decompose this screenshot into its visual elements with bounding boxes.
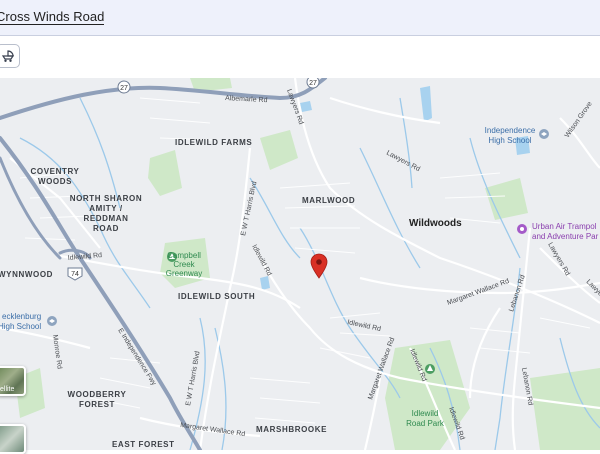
- label-urban-air-1: Urban Air Trampol: [532, 222, 597, 231]
- road-idlewild-2: Idlewild Rd: [250, 244, 272, 278]
- label-woodberry-1: WOODBERRY: [68, 390, 127, 399]
- label-nsa-3: REDDMAN: [83, 214, 128, 223]
- map-canvas[interactable]: 27 27 74 IDLEWILD FARMS COVENTRY WOODS N…: [0, 78, 600, 450]
- hwy74-shield: 74: [67, 267, 83, 281]
- road-harris-2: E W T Harris Blvd: [185, 351, 202, 407]
- label-nsa-2: AMITY /: [89, 204, 123, 213]
- map-pin-icon[interactable]: [310, 253, 328, 279]
- satellite-layer-toggle[interactable]: ellite: [0, 366, 26, 396]
- park-icon[interactable]: [425, 364, 435, 374]
- road-independence-fwy: E Independence Fwy: [116, 327, 157, 387]
- label-nsa-1: NORTH SHARON: [70, 194, 143, 203]
- label-idlewild-south: IDLEWILD SOUTH: [178, 292, 255, 301]
- top-bar: Cross Winds Road: [0, 0, 600, 36]
- label-marlwood: MARLWOOD: [302, 196, 355, 205]
- road-lawyers-2: Lawyers Rd: [385, 150, 421, 174]
- label-woodberry-2: FOREST: [79, 400, 115, 409]
- label-campbell-2: Creek: [173, 260, 195, 269]
- hwy74-shield-label: 74: [71, 271, 79, 278]
- label-mecklenburg-2: High School: [0, 322, 41, 331]
- label-independence-hs-1: Independence: [485, 126, 536, 135]
- satellite-layer-label: ellite: [0, 386, 15, 393]
- school-icon[interactable]: [539, 129, 549, 139]
- label-wildwoods: Wildwoods: [409, 218, 462, 229]
- label-east-forest: EAST FOREST: [112, 440, 175, 449]
- stroller-icon[interactable]: [0, 44, 20, 68]
- label-coventry-2: WOODS: [38, 177, 72, 186]
- label-wynnwood: WYNNWOOD: [0, 270, 53, 279]
- road-albemarle: Albemarle Rd: [225, 95, 268, 104]
- school-icon[interactable]: [47, 316, 57, 326]
- label-mecklenburg-1: ecklenburg: [2, 312, 41, 321]
- label-idlewild-park-2: Road Park: [406, 419, 445, 428]
- label-idlewild-farms: IDLEWILD FARMS: [175, 138, 252, 147]
- attraction-icon[interactable]: [517, 224, 527, 234]
- label-idlewild-park-1: Idlewild: [412, 409, 439, 418]
- address-title[interactable]: Cross Winds Road: [0, 9, 105, 25]
- label-independence-hs-2: High School: [488, 136, 531, 145]
- road-lawyers-4: Lawye: [585, 278, 600, 297]
- label-campbell-1: Campbell: [167, 251, 201, 260]
- hwy27-shield-a: 27: [117, 80, 131, 94]
- label-marshbrooke: MARSHBROOKE: [256, 425, 327, 434]
- label-urban-air-2: and Adventure Par: [532, 232, 599, 241]
- hwy27-shield-b-label: 27: [309, 80, 317, 87]
- label-coventry-1: COVENTRY: [31, 167, 80, 176]
- label-nsa-4: ROAD: [93, 224, 119, 233]
- label-campbell-3: Greenway: [166, 269, 202, 278]
- road-wilson: Wilson Grove: [564, 101, 594, 140]
- hwy27-shield-b: 27: [306, 78, 320, 89]
- hwy27-shield-a-label: 27: [120, 85, 128, 92]
- toolbar: [0, 36, 600, 78]
- road-idlewild-1: Idlewild Rd: [68, 252, 103, 262]
- local-streets: [19, 97, 591, 424]
